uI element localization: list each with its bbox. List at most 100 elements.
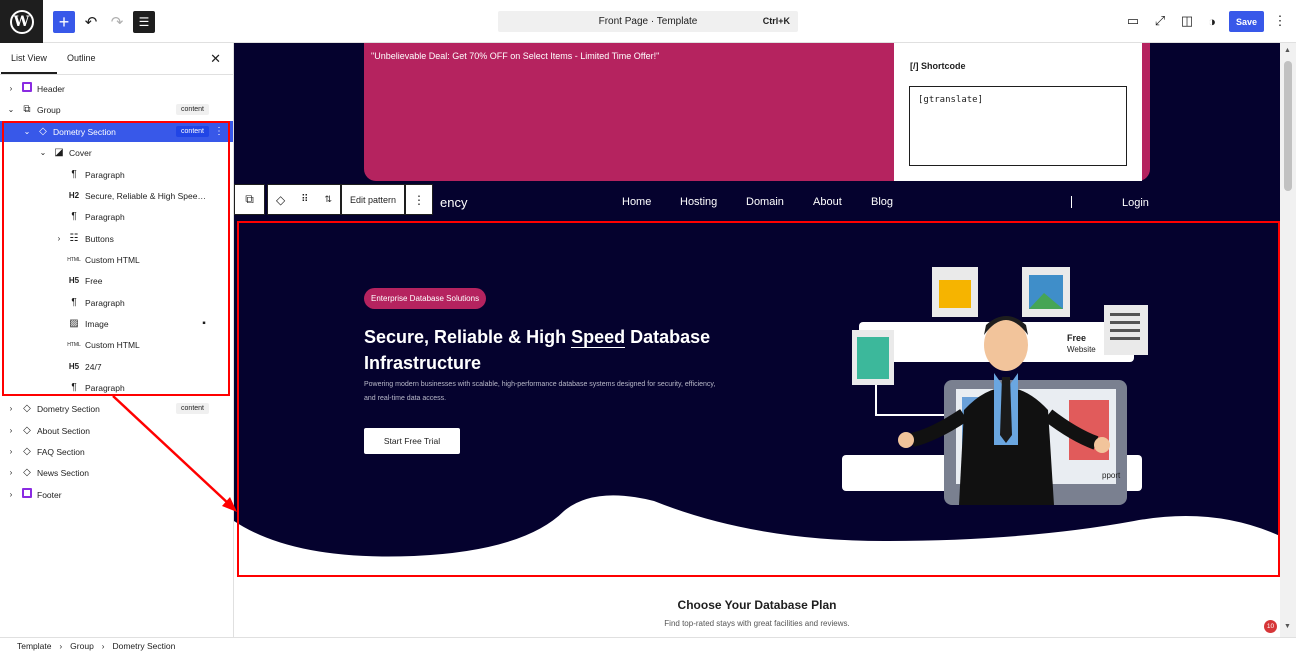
plan-title[interactable]: Choose Your Database Plan — [234, 598, 1280, 612]
list-item-buttons[interactable]: › ☷ Buttons — [0, 228, 233, 249]
hero-wave — [234, 495, 1280, 581]
more-options-icon[interactable]: ⋮ — [214, 126, 224, 137]
canvas-scrollbar[interactable]: ▲ ▼ — [1280, 43, 1296, 637]
content-badge: content — [176, 126, 209, 137]
website-label: Website — [1067, 345, 1096, 354]
list-item-paragraph[interactable]: ¶ Paragraph — [0, 377, 233, 398]
styles-icon[interactable]: ◑ — [1203, 12, 1221, 30]
paragraph-icon: ¶ — [71, 382, 77, 393]
nav-hosting[interactable]: Hosting — [680, 196, 717, 208]
notification-badge[interactable]: 10 — [1264, 620, 1277, 633]
desktop-preview-icon[interactable]: ▭ — [1124, 12, 1142, 30]
pattern-icon: ◇ — [23, 425, 31, 436]
chevron-right-icon[interactable]: › — [6, 404, 16, 413]
buttons-icon: ☷ — [69, 233, 79, 244]
tab-outline[interactable]: Outline — [67, 53, 96, 63]
list-item-paragraph[interactable]: ¶ Paragraph — [0, 164, 233, 185]
shortcode-title: [/] Shortcode — [910, 61, 966, 71]
list-item-paragraph[interactable]: ¶ Paragraph — [0, 206, 233, 227]
template-part-icon — [20, 488, 34, 501]
list-item-image[interactable]: ▨ Image ▪ — [0, 313, 233, 334]
duplicate-icon[interactable]: ⧉ — [234, 184, 265, 215]
chevron-right-icon[interactable]: › — [6, 84, 16, 93]
list-view-panel: List View Outline ✕ › Header ⌄ ⧉ Group c… — [0, 43, 234, 637]
block-toolbar: ⧉ ◇ ⠿ ⇅ Edit pattern ⋮ — [234, 184, 434, 215]
edit-pattern-button[interactable]: Edit pattern — [341, 184, 406, 215]
chevron-right-icon[interactable]: › — [6, 426, 16, 435]
close-icon[interactable]: ✕ — [210, 51, 221, 67]
list-item-heading[interactable]: H2 Secure, Reliable & High Spee… — [0, 185, 233, 206]
breadcrumb-group[interactable]: Group — [70, 641, 94, 651]
command-palette-bar[interactable]: Front Page · Template Ctrl+K — [498, 11, 798, 32]
shortcode-textarea[interactable]: [gtranslate] — [909, 86, 1127, 166]
list-item-about-section[interactable]: › ◇ About Section — [0, 420, 233, 441]
document-overview-icon[interactable]: ☰ — [133, 11, 155, 33]
list-item-news-section[interactable]: › ◇ News Section — [0, 462, 233, 483]
hero-cover[interactable]: Enterprise Database Solutions Secure, Re… — [234, 221, 1280, 581]
free-label: Free — [1067, 333, 1086, 343]
save-button[interactable]: Save — [1229, 11, 1264, 32]
plan-subtitle[interactable]: Find top-rated stays with great faciliti… — [234, 619, 1280, 628]
chevron-right-icon[interactable]: › — [6, 468, 16, 477]
shortcode-block[interactable]: [/] Shortcode [gtranslate] — [894, 43, 1142, 181]
login-link[interactable]: Login — [1122, 197, 1149, 209]
chevron-down-icon[interactable]: ⌄ — [22, 127, 32, 136]
list-item-heading[interactable]: H5 24/7 — [0, 356, 233, 377]
list-item-faq-section[interactable]: › ◇ FAQ Section — [0, 441, 233, 462]
drag-handle-icon[interactable]: ⠿ — [301, 194, 308, 205]
paragraph-icon: ¶ — [71, 297, 77, 308]
list-item-custom-html[interactable]: HTML Custom HTML — [0, 334, 233, 355]
nav-about[interactable]: About — [813, 196, 842, 208]
list-item-cover[interactable]: ⌄ ◪ Cover — [0, 142, 233, 163]
start-free-trial-button[interactable]: Start Free Trial — [364, 428, 460, 454]
list-item-group[interactable]: ⌄ ⧉ Group content — [0, 99, 233, 120]
breadcrumb-template[interactable]: Template — [17, 641, 52, 651]
editor-canvas: "Unbelievable Deal: Get 70% OFF on Selec… — [234, 43, 1280, 637]
settings-sidebar-icon[interactable]: ◫ — [1178, 12, 1196, 30]
redo-icon[interactable]: ↷ — [106, 11, 128, 33]
options-menu-icon[interactable]: ⋮ — [1271, 12, 1289, 30]
html-icon: HTML — [67, 341, 81, 348]
add-block-button[interactable]: + — [53, 11, 75, 33]
pattern-icon[interactable]: ◇ — [276, 193, 285, 207]
breadcrumb: Template › Group › Dometry Section — [0, 637, 1296, 654]
list-item-header[interactable]: › Header — [0, 78, 233, 99]
scrollbar-thumb[interactable] — [1284, 61, 1292, 191]
list-item-footer[interactable]: › Footer — [0, 484, 233, 505]
chevron-right-icon[interactable]: › — [6, 490, 16, 499]
nav-home[interactable]: Home — [622, 196, 651, 208]
pattern-icon: ◇ — [23, 446, 31, 457]
chevron-down-icon[interactable]: ⌄ — [6, 105, 16, 114]
nav-domain[interactable]: Domain — [746, 196, 784, 208]
group-icon: ⧉ — [23, 104, 31, 115]
chevron-down-icon[interactable]: ⌄ — [38, 148, 48, 157]
list-item-dometry-section[interactable]: › ◇ Dometry Section content — [0, 398, 233, 419]
site-brand[interactable]: ency — [440, 195, 467, 210]
fullscreen-icon[interactable]: ⤢ — [1151, 12, 1169, 30]
nav-blog[interactable]: Blog — [871, 196, 893, 208]
template-part-icon — [20, 82, 34, 95]
chevron-right-icon[interactable]: › — [54, 234, 64, 243]
paragraph-icon: ¶ — [71, 211, 77, 222]
heading-icon: H5 — [68, 362, 80, 371]
paragraph-icon: ¶ — [71, 169, 77, 180]
wordpress-logo-icon[interactable]: W — [0, 0, 43, 43]
tab-list-view[interactable]: List View — [1, 53, 57, 74]
chevron-right-icon[interactable]: › — [6, 447, 16, 456]
image-thumbnail-icon: ▪ — [202, 318, 206, 329]
promo-banner[interactable]: "Unbelievable Deal: Get 70% OFF on Selec… — [364, 43, 1150, 181]
breadcrumb-dometry-section[interactable]: Dometry Section — [112, 641, 175, 651]
move-up-down-icon[interactable]: ⇅ — [324, 194, 332, 205]
list-item-custom-html[interactable]: HTML Custom HTML — [0, 249, 233, 270]
scroll-down-icon[interactable]: ▼ — [1284, 623, 1291, 630]
undo-icon[interactable]: ↶ — [80, 11, 102, 33]
html-icon: HTML — [67, 256, 81, 263]
list-item-paragraph[interactable]: ¶ Paragraph — [0, 292, 233, 313]
hero-headline[interactable]: Secure, Reliable & High Speed Database I… — [364, 324, 784, 376]
more-options-icon[interactable]: ⋮ — [405, 184, 434, 215]
scroll-up-icon[interactable]: ▲ — [1284, 47, 1291, 54]
content-badge: content — [176, 403, 209, 414]
list-item-dometry-section-selected[interactable]: ⌄ ◇ Dometry Section content ⋮ — [0, 121, 233, 142]
list-item-heading[interactable]: H5 Free — [0, 270, 233, 291]
hero-subtext[interactable]: Powering modern businesses with scalable… — [364, 378, 724, 406]
